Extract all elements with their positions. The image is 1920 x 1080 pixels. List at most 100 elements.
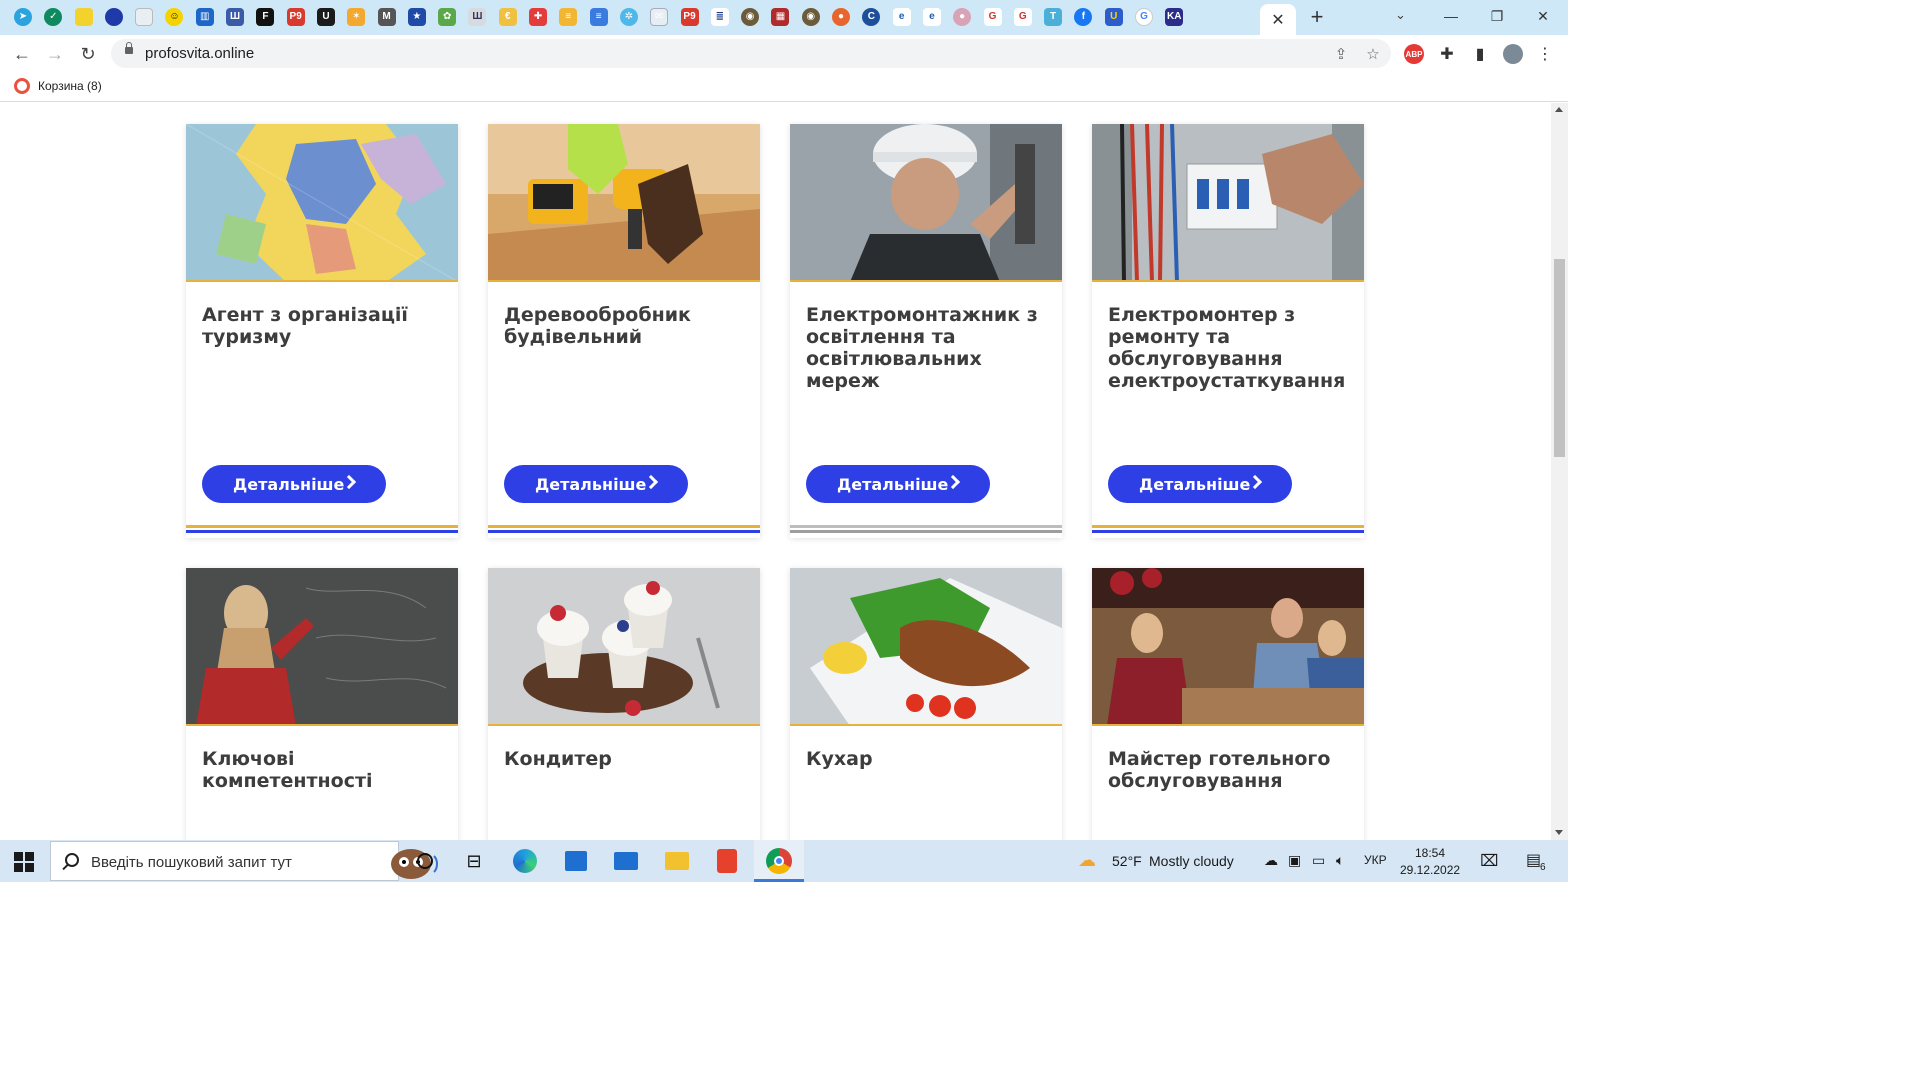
adblock-icon[interactable]: ABP [1404, 44, 1424, 64]
card-image-chalkboard[interactable] [186, 568, 458, 726]
details-button[interactable]: Детальніше [1108, 465, 1292, 503]
eu-tab-icon[interactable] [104, 8, 123, 26]
menu-kebab-icon[interactable]: ⋮ [1535, 44, 1555, 64]
taskbar-clock[interactable]: 18:54 29.12.2022 [1400, 845, 1460, 879]
gov2-tab-icon[interactable]: G [1013, 8, 1032, 26]
scroll-down-arrow-icon[interactable] [1555, 830, 1563, 835]
card-title[interactable]: Майстер готельного обслуговування [1108, 748, 1353, 792]
scroll-up-arrow-icon[interactable] [1555, 107, 1563, 112]
weather-text[interactable]: Mostly cloudy [1149, 853, 1234, 869]
redcross-tab-icon[interactable]: ✚ [529, 8, 548, 26]
mail-icon[interactable] [611, 846, 641, 876]
chrome-taskbar-button[interactable] [754, 840, 804, 882]
yellow-tab-icon[interactable] [74, 8, 93, 26]
trello-tab-icon[interactable]: ▥ [195, 8, 214, 26]
taskbar-search-placeholder[interactable]: Введіть пошуковий запит тут [91, 854, 292, 871]
keyboard-icon[interactable]: ⌧ [1480, 851, 1498, 871]
windows-start-icon[interactable] [14, 852, 34, 872]
details-button[interactable]: Детальніше [504, 465, 688, 503]
tab-search-icon[interactable]: ⌄ [1395, 7, 1406, 23]
flag-tab-icon[interactable]: ▦ [771, 8, 790, 26]
pink-tab-icon[interactable]: ● [953, 8, 972, 26]
card-image-cupcakes[interactable] [488, 568, 760, 726]
side-panel-icon[interactable]: ▮ [1470, 44, 1490, 64]
eu-flag-tab-icon[interactable]: ★ [407, 8, 426, 26]
docs-tab-icon[interactable]: ≡ [589, 8, 608, 26]
mop-tab-icon[interactable]: M [377, 8, 396, 26]
weather-cloud-icon[interactable]: ☁ [1078, 850, 1096, 871]
orange-tab-icon[interactable]: ● [832, 8, 851, 26]
bookmark-item[interactable]: Корзина (8) [14, 78, 102, 94]
u2-tab-icon[interactable]: U [1104, 8, 1123, 26]
volume-icon[interactable]: 🔈︎ [1336, 852, 1344, 869]
card-image-electrician[interactable] [790, 124, 1062, 282]
network-icon[interactable]: ▣ [1288, 852, 1301, 869]
google-tab-icon[interactable]: G [1134, 8, 1153, 26]
task-view-circle-icon[interactable] [410, 846, 440, 876]
smile-tab-icon[interactable]: ☺ [165, 8, 184, 26]
card-image-salmon-dish[interactable] [790, 568, 1062, 726]
scroll-thumb[interactable] [1554, 259, 1565, 457]
seal2-tab-icon[interactable]: ◉ [801, 8, 820, 26]
minimize-icon[interactable]: — [1436, 4, 1466, 28]
emblem-tab-icon[interactable]: Ш [468, 8, 487, 26]
p9-tab-icon[interactable]: P9 [286, 8, 305, 26]
c-tab-icon[interactable]: C [862, 8, 881, 26]
profile-avatar[interactable] [1503, 44, 1523, 64]
card-title[interactable]: Кондитер [504, 748, 749, 770]
task-view-icon[interactable]: ⊟ [459, 846, 489, 876]
star-tab-icon[interactable]: ✶ [347, 8, 366, 26]
telegram-tab-icon[interactable]: ➤ [14, 8, 32, 26]
u-tab-icon[interactable]: U [316, 8, 335, 26]
file-explorer-icon[interactable] [662, 846, 692, 876]
trident-tab-icon[interactable]: Ш [226, 8, 245, 26]
card-title[interactable]: Кухар [806, 748, 1051, 770]
green-tab-icon[interactable]: ✓ [44, 8, 63, 26]
card-title[interactable]: Ключові компетентності [202, 748, 447, 792]
e-tab-icon[interactable]: e [892, 8, 911, 26]
card-image-hotel-reception[interactable] [1092, 568, 1364, 726]
taskbar-search-box[interactable]: Введіть пошуковий запит тут [50, 841, 438, 881]
card-title[interactable]: Електромонтер з ремонту та обслуговуванн… [1108, 304, 1353, 392]
onedrive-icon[interactable]: ☁ [1264, 852, 1278, 869]
bookmark-star-icon[interactable]: ☆ [1363, 44, 1383, 64]
notifications-icon[interactable]: ▤ [1526, 850, 1541, 870]
gear-tab-icon[interactable]: ✲ [619, 8, 638, 26]
restore-icon[interactable]: ❐ [1482, 4, 1512, 28]
card-title[interactable]: Деревообробник будівельний [504, 304, 749, 348]
lock-icon[interactable] [125, 42, 133, 54]
gov-tab-icon[interactable]: G [983, 8, 1002, 26]
list-tab-icon[interactable]: ≣ [710, 8, 729, 26]
page-scrollbar[interactable] [1551, 103, 1568, 840]
facebook-tab-icon[interactable]: f [1074, 8, 1093, 26]
edge-icon[interactable] [510, 846, 540, 876]
active-tab[interactable]: ✕ [1260, 4, 1296, 35]
reload-button[interactable]: ↻ [75, 41, 101, 67]
share-icon[interactable]: ⇪ [1331, 44, 1351, 64]
details-button[interactable]: Детальніше [806, 465, 990, 503]
notes-tab-icon[interactable]: ≡ [559, 8, 578, 26]
url-text[interactable]: profosvita.online [145, 45, 254, 62]
p9-2-tab-icon[interactable]: P9 [680, 8, 699, 26]
card-title[interactable]: Агент з організації туризму [202, 304, 447, 348]
new-tab-button[interactable]: + [1305, 4, 1329, 29]
close-tab-icon[interactable]: ✕ [1271, 10, 1284, 30]
card-image-switchboard[interactable] [1092, 124, 1364, 282]
forbes-tab-icon[interactable]: F [256, 8, 275, 26]
weather-temp[interactable]: 52°F [1112, 853, 1142, 869]
mail-tab-icon[interactable]: ✉ [650, 8, 669, 26]
extensions-puzzle-icon[interactable]: ✚ [1437, 44, 1457, 64]
store-icon[interactable] [561, 846, 591, 876]
card-title[interactable]: Електромонтажник з освітлення та освітлю… [806, 304, 1051, 392]
back-button[interactable]: ← [9, 41, 35, 67]
card-image-drill[interactable] [488, 124, 760, 282]
forward-button[interactable]: → [42, 41, 68, 67]
e2-tab-icon[interactable]: e [922, 8, 941, 26]
gold-tab-icon[interactable]: € [498, 8, 517, 26]
doc-tab-icon[interactable] [135, 8, 154, 26]
card-image-map[interactable] [186, 124, 458, 282]
language-indicator[interactable]: УКР [1364, 853, 1387, 867]
battery-icon[interactable]: ▭ [1312, 852, 1325, 869]
window-close-icon[interactable]: ✕ [1528, 4, 1558, 28]
leaf-tab-icon[interactable]: ✿ [438, 8, 457, 26]
